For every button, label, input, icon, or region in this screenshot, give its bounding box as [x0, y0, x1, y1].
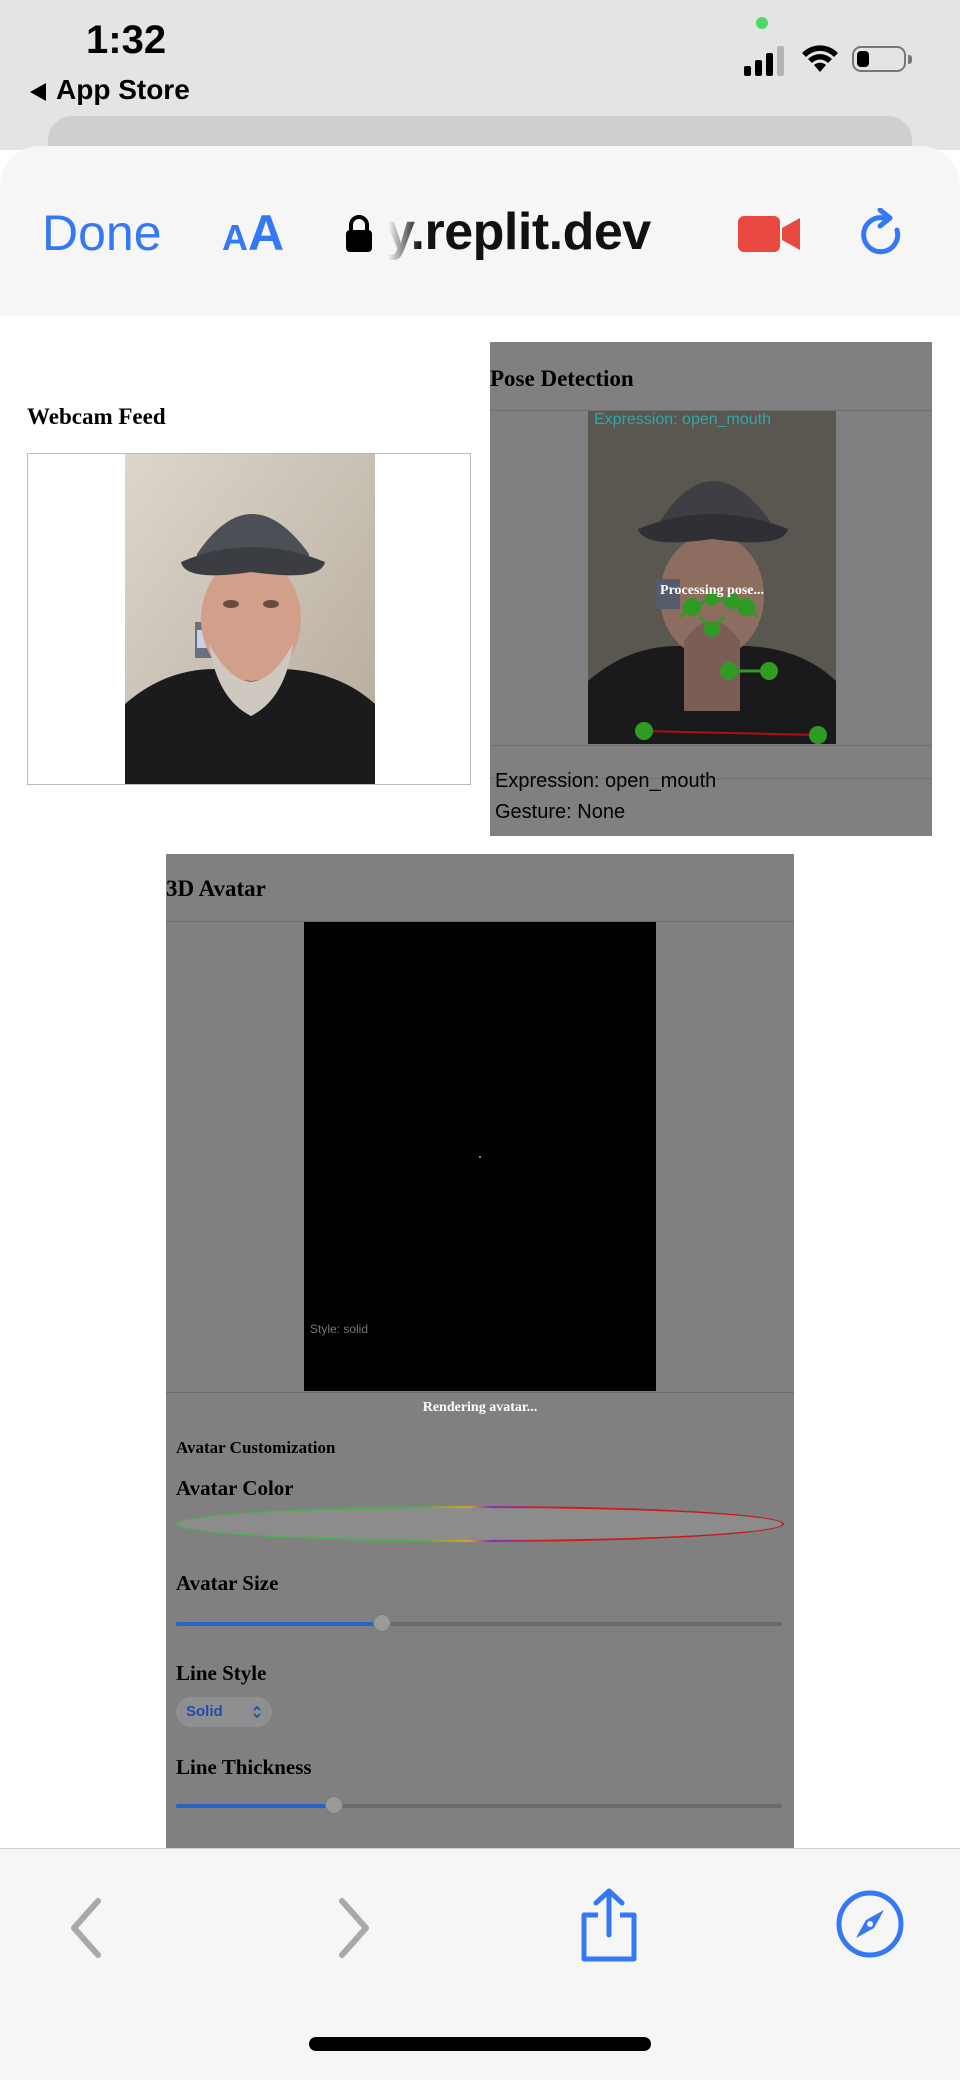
line-style-value: Solid [186, 1703, 223, 1720]
webcam-feed [27, 453, 471, 785]
home-indicator [309, 2037, 651, 2051]
avatar-size-thumb[interactable] [373, 1614, 391, 1632]
customization-title: Avatar Customization [176, 1438, 336, 1457]
webcam-title: Webcam Feed [27, 404, 166, 429]
rendering-status: Rendering avatar... [422, 1400, 538, 1415]
avatar-panel: 3D Avatar Style: solid Rendering avatar.… [166, 854, 794, 1848]
share-icon[interactable] [578, 1887, 640, 1963]
select-chevron-icon [253, 1705, 261, 1719]
battery-icon [852, 46, 912, 72]
processing-status: Processing pose... [660, 583, 764, 598]
avatar-color-label: Avatar Color [176, 1476, 294, 1500]
avatar-center-point [479, 1156, 481, 1158]
back-app-label: App Store [56, 74, 190, 105]
avatar-size-slider[interactable] [176, 1614, 782, 1632]
line-thickness-slider[interactable] [176, 1796, 782, 1814]
status-bar: 1:32 App Store [0, 0, 960, 176]
lock-icon [346, 215, 372, 252]
line-style-label: Line Style [176, 1661, 267, 1685]
url-fade [380, 202, 420, 272]
pose-title: Pose Detection [490, 366, 634, 391]
browser-toolbar [0, 1848, 960, 2080]
back-to-app-link[interactable]: App Store [30, 74, 190, 106]
reader-text-size-button[interactable]: AA [222, 204, 284, 262]
line-thickness-fill [176, 1804, 334, 1808]
reload-icon[interactable] [856, 208, 906, 262]
camera-indicator-dot [756, 17, 768, 29]
cellular-signal-icon [744, 44, 786, 76]
web-page: Webcam Feed Pose Detection Expression: o… [0, 316, 960, 1848]
pose-canvas: Expression: open_mouth Processing pose..… [588, 411, 836, 744]
avatar-size-label: Avatar Size [176, 1571, 279, 1595]
done-button[interactable]: Done [42, 204, 162, 262]
style-label: Style: solid [310, 1322, 369, 1336]
browser-header: Done AA y.replit.dev [0, 146, 960, 317]
url-address[interactable]: y.replit.dev [386, 202, 651, 262]
pose-expression-overlay: Expression: open_mouth [594, 411, 771, 428]
back-triangle-icon [30, 82, 46, 101]
back-chevron-icon[interactable] [66, 1893, 106, 1963]
avatar-title: 3D Avatar [166, 876, 266, 901]
wifi-icon [802, 45, 838, 72]
forward-chevron-icon[interactable] [334, 1893, 374, 1963]
webcam-video-image [125, 454, 375, 784]
avatar-color-picker[interactable] [176, 1506, 784, 1542]
line-thickness-thumb[interactable] [325, 1796, 343, 1814]
avatar-size-fill [176, 1622, 382, 1626]
pose-canvas-area: Expression: open_mouth Processing pose..… [490, 410, 932, 746]
line-thickness-label: Line Thickness [176, 1755, 312, 1779]
gesture-text: Gesture: None [495, 801, 626, 823]
pose-video-frame [588, 411, 836, 744]
line-style-select[interactable]: Solid [176, 1697, 272, 1727]
compass-icon[interactable] [835, 1889, 905, 1959]
expression-text: Expression: open_mouth [495, 770, 717, 792]
camera-recording-icon[interactable] [738, 214, 802, 254]
pose-detection-panel: Pose Detection Expression: open_mouth Pr… [490, 342, 932, 836]
status-time: 1:32 [86, 18, 167, 62]
avatar-canvas[interactable]: Style: solid [304, 922, 656, 1391]
avatar-canvas-area: Style: solid [166, 921, 794, 1393]
